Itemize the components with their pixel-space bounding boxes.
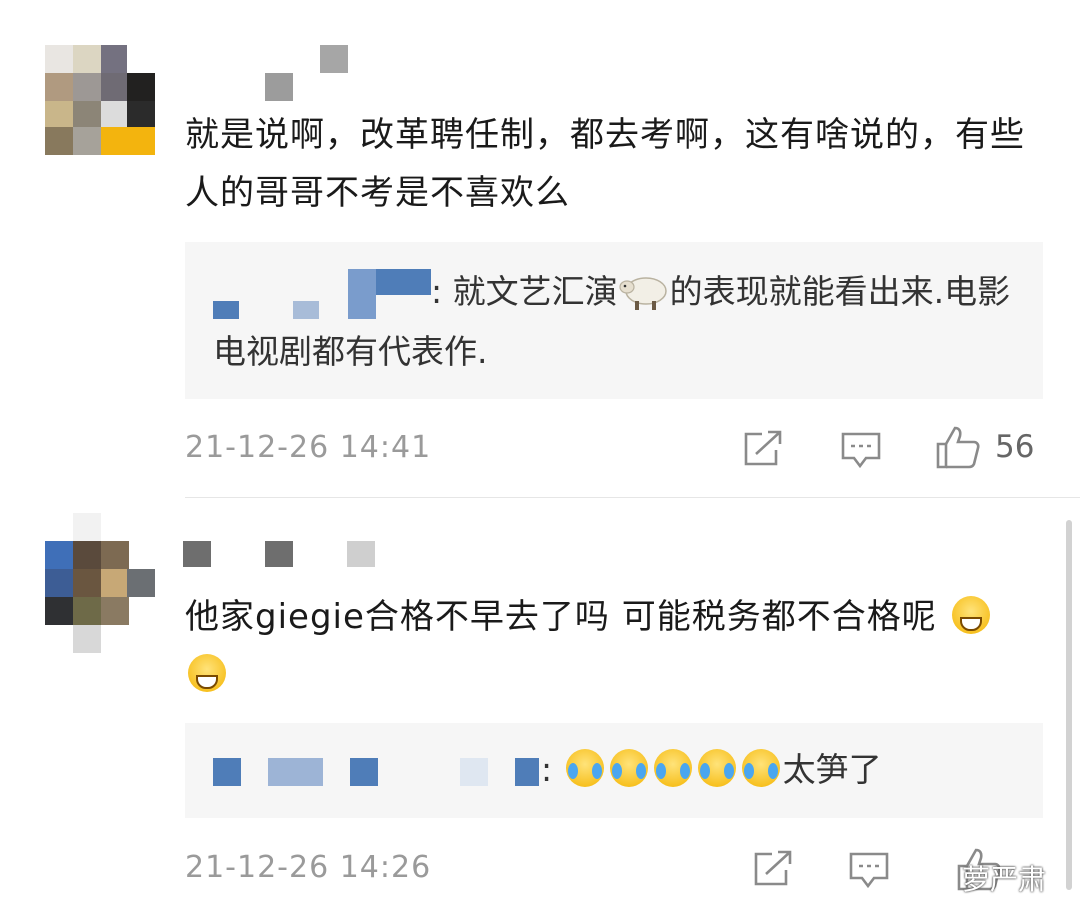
- like-count: 56: [995, 429, 1035, 465]
- username-mosaic[interactable]: [185, 45, 355, 101]
- comment-text-body: 他家giegie合格不早去了吗 可能税务都不合格呢: [185, 597, 937, 637]
- comment-text: 他家giegie合格不早去了吗 可能税务都不合格呢: [185, 588, 1025, 704]
- grin-emoji: [188, 654, 226, 692]
- share-icon: [744, 430, 782, 466]
- cry-laugh-emoji: [565, 749, 604, 787]
- cry-laugh-emoji: [609, 749, 648, 787]
- comment-icon: [849, 852, 889, 889]
- thumbs-up-icon: [936, 426, 980, 469]
- reply-button[interactable]: [840, 430, 882, 470]
- timestamp: 21-12-26 14:26: [185, 850, 432, 885]
- reply-username-mosaic[interactable]: [213, 757, 541, 786]
- cry-laugh-emoji: [653, 749, 692, 787]
- share-icon: [754, 850, 792, 886]
- reply-text: : 就文艺汇演 的表现就能看出来.电影电视剧都有代表作.: [213, 262, 1015, 382]
- wechat-icon: [914, 862, 953, 893]
- timestamp: 21-12-26 14:41: [185, 430, 432, 465]
- reply-button[interactable]: [848, 850, 890, 890]
- grin-emoji: [951, 596, 990, 634]
- share-button[interactable]: [742, 430, 784, 468]
- reply-text-prefix: : 就文艺汇演: [431, 272, 618, 311]
- reply-text: : 太笋了: [213, 740, 1015, 800]
- comment-icon: [841, 432, 881, 469]
- avatar[interactable]: [45, 45, 155, 155]
- cry-laugh-emoji: [741, 749, 780, 787]
- reply-preview[interactable]: : 太笋了: [185, 723, 1043, 818]
- comment-text: 就是说啊，改革聘任制，都去考啊，这有啥说的，有些人的哥哥不考是不喜欢么: [185, 115, 1025, 213]
- avatar[interactable]: [45, 513, 155, 653]
- reply-text-body: 太笋了: [782, 750, 882, 789]
- watermark-text: 萝严肃: [961, 863, 1046, 896]
- reply-preview[interactable]: : 就文艺汇演 的表现就能看出来.电影电视剧都有代表作.: [185, 242, 1043, 399]
- watermark: 萝严肃: [914, 858, 1046, 898]
- sheep-emoji: [619, 277, 667, 310]
- share-button[interactable]: [752, 850, 794, 888]
- comment-item: 他家giegie合格不早去了吗 可能税务都不合格呢 : 太笋了 21-12-26…: [0, 498, 1080, 916]
- username-mosaic[interactable]: [183, 541, 383, 569]
- reply-username-mosaic[interactable]: [213, 268, 431, 319]
- cry-laugh-emoji: [697, 749, 736, 787]
- reply-colon: :: [541, 750, 553, 789]
- scrollbar[interactable]: [1066, 520, 1072, 890]
- like-button[interactable]: 56: [935, 424, 1034, 470]
- comment-item: 就是说啊，改革聘任制，都去考啊，这有啥说的，有些人的哥哥不考是不喜欢么 : 就文…: [0, 0, 1080, 497]
